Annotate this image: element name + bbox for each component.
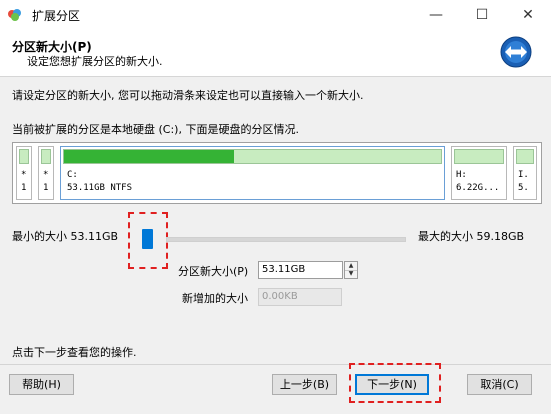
partition-size: 1 bbox=[21, 183, 27, 193]
title-bar: 扩展分区 — ☐ ✕ bbox=[0, 0, 551, 30]
instructions-text: 请设定分区的新大小, 您可以拖动滑条来设定也可以直接输入一个新大小. bbox=[12, 89, 364, 102]
partition-usage-fill bbox=[64, 150, 234, 163]
partition-usage-bar bbox=[19, 149, 29, 164]
size-spinner[interactable]: ▲ ▼ bbox=[344, 261, 358, 279]
wizard-header: 分区新大小(P) 设定您想扩展分区的新大小. bbox=[0, 30, 551, 77]
new-size-label: 分区新大小(P) bbox=[178, 265, 249, 278]
new-size-input[interactable]: 53.11GB bbox=[258, 261, 343, 279]
partition-label: C: bbox=[67, 170, 78, 180]
page-subtitle: 设定您想扩展分区的新大小. bbox=[27, 55, 163, 68]
partition-label: * bbox=[43, 170, 49, 180]
partition-segment-h[interactable]: H: 6.22G... bbox=[451, 146, 507, 200]
help-button[interactable]: 帮助(H) bbox=[9, 374, 74, 395]
partition-usage-bar bbox=[41, 149, 51, 164]
max-size-label: 最大的大小 59.18GB bbox=[418, 230, 525, 243]
window-title: 扩展分区 bbox=[32, 9, 81, 23]
partition-usage-bar bbox=[516, 149, 534, 164]
close-button[interactable]: ✕ bbox=[505, 0, 551, 30]
size-slider-track[interactable] bbox=[166, 237, 406, 242]
resize-arrows-icon bbox=[500, 36, 532, 68]
size-slider-thumb[interactable] bbox=[142, 229, 153, 249]
divider bbox=[0, 364, 551, 365]
partition-usage-bar bbox=[63, 149, 442, 164]
app-logo-icon bbox=[8, 9, 21, 21]
footer-hint: 点击下一步查看您的操作. bbox=[12, 346, 137, 359]
next-button[interactable]: 下一步(N) bbox=[355, 374, 429, 395]
partition-label: I. bbox=[518, 170, 529, 180]
min-size-label: 最小的大小 53.11GB bbox=[12, 230, 119, 243]
maximize-button[interactable]: ☐ bbox=[459, 0, 505, 30]
partition-usage-bar bbox=[454, 149, 504, 164]
cancel-button[interactable]: 取消(C) bbox=[467, 374, 532, 395]
partition-segment-i[interactable]: I. 5. bbox=[513, 146, 537, 200]
partition-size: 6.22G... bbox=[456, 183, 500, 193]
added-size-label: 新增加的大小 bbox=[182, 292, 248, 305]
partition-size: 5. bbox=[518, 183, 529, 193]
partition-segment[interactable]: * 1 bbox=[16, 146, 32, 200]
partition-size: 1 bbox=[43, 183, 49, 193]
disk-map: * 1 * 1 C: 53.11GB NTFS H: 6.22G... I. 5… bbox=[12, 142, 542, 204]
back-button[interactable]: 上一步(B) bbox=[272, 374, 337, 395]
disk-info-text: 当前被扩展的分区是本地硬盘 (C:), 下面是硬盘的分区情况. bbox=[12, 123, 299, 136]
partition-label: * bbox=[21, 170, 27, 180]
partition-label: H: bbox=[456, 170, 467, 180]
minimize-button[interactable]: — bbox=[413, 0, 459, 30]
added-size-field: 0.00KB bbox=[258, 288, 342, 306]
partition-segment-c[interactable]: C: 53.11GB NTFS bbox=[60, 146, 445, 200]
partition-segment[interactable]: * 1 bbox=[38, 146, 54, 200]
spin-down-icon[interactable]: ▼ bbox=[345, 270, 357, 278]
partition-size: 53.11GB NTFS bbox=[67, 183, 133, 193]
